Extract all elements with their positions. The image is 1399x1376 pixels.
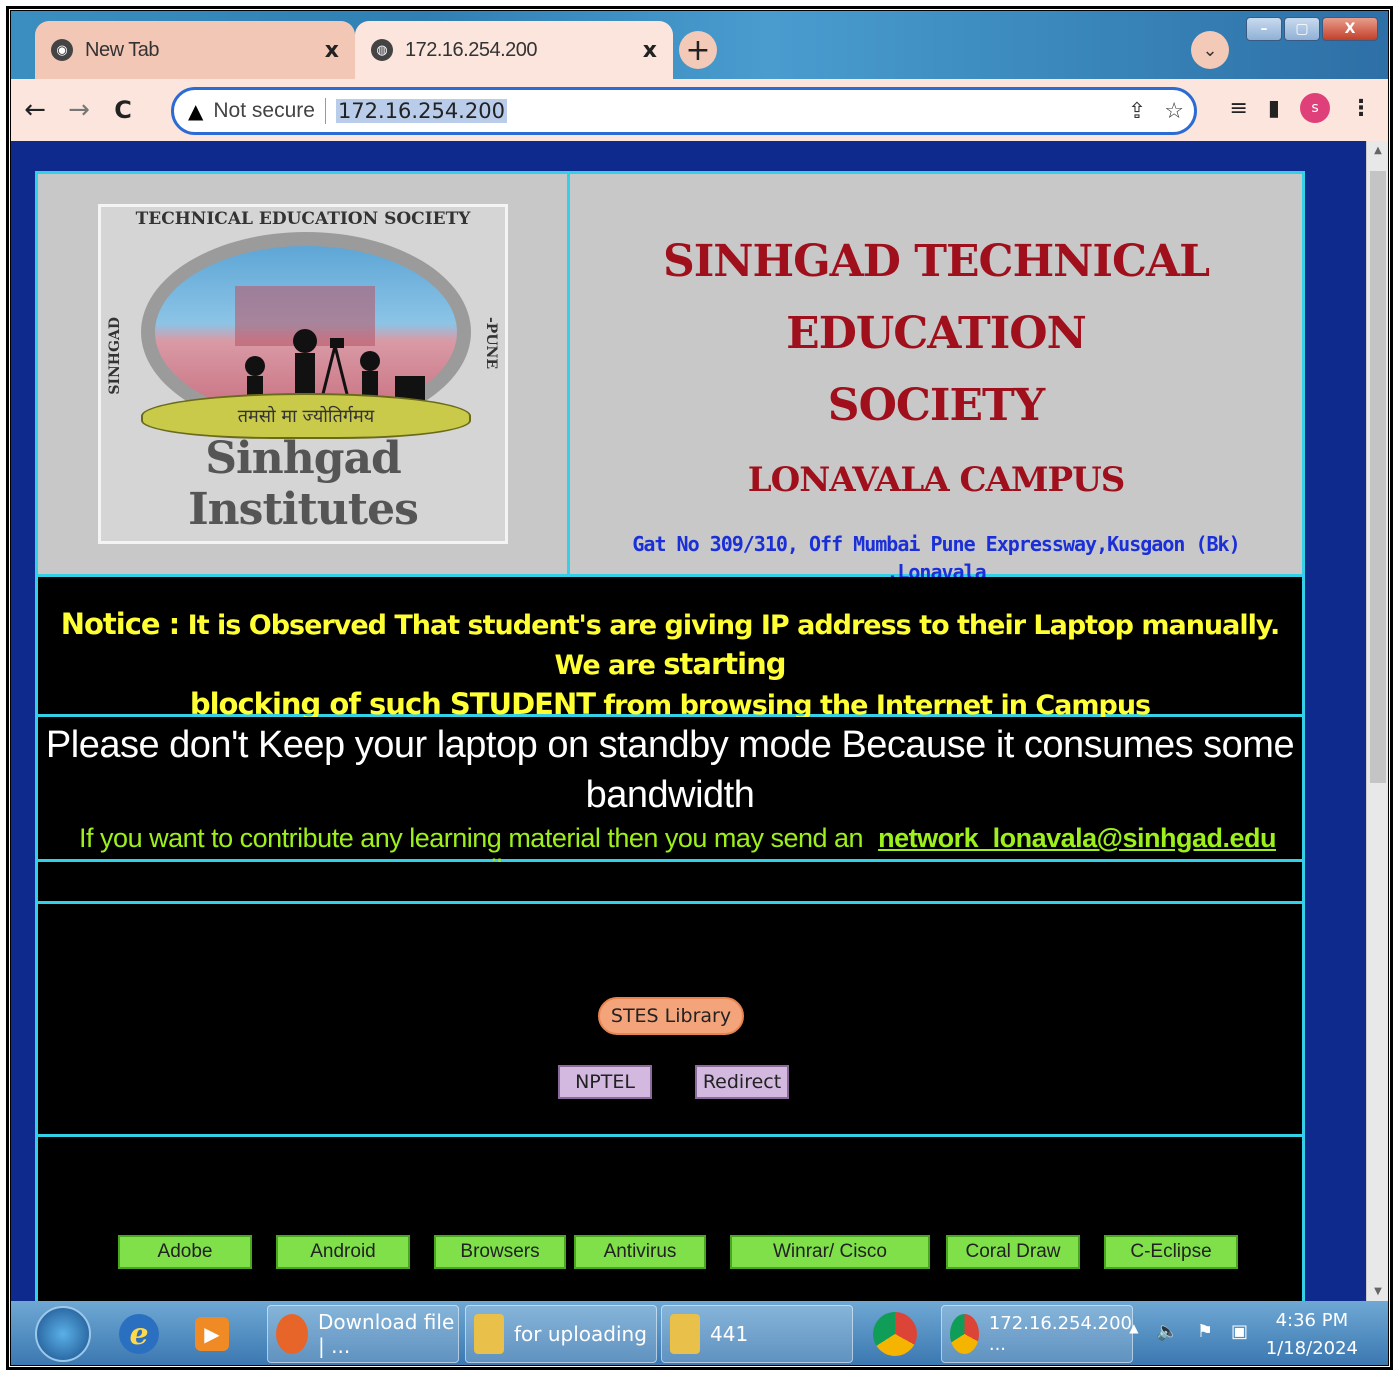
scroll-up-icon[interactable]: ▲: [1367, 145, 1388, 156]
nptel-button[interactable]: NPTEL: [558, 1065, 652, 1099]
chrome-pinned-button[interactable]: [873, 1305, 927, 1363]
url-text[interactable]: 172.16.254.200: [335, 99, 507, 123]
society-title-line2: SOCIETY: [827, 380, 1045, 431]
maximize-button[interactable]: ▢: [1284, 17, 1320, 41]
software-button-android[interactable]: Android: [276, 1235, 410, 1269]
tab-search-button[interactable]: ⌄: [1191, 31, 1229, 69]
new-tab-button[interactable]: +: [679, 31, 717, 69]
network-icon[interactable]: ▣: [1231, 1321, 1248, 1342]
start-button[interactable]: [35, 1306, 91, 1362]
task-label: 172.16.254.200 ...: [988, 1313, 1132, 1355]
logo-motto: तमसो मा ज्योतिर्गमय: [237, 406, 375, 427]
tab-active-page[interactable]: ◍ 172.16.254.200 x: [355, 21, 673, 79]
side-panel-icon[interactable]: ▮: [1268, 96, 1280, 121]
divider: [324, 98, 326, 124]
notice-label: Notice :: [60, 607, 181, 641]
minimize-button[interactable]: –: [1246, 17, 1282, 41]
tray-expand-icon[interactable]: ▲: [1129, 1321, 1138, 1342]
software-bar: Adobe Android Browsers Antivirus Winrar/…: [118, 1235, 1238, 1269]
folder-icon: [670, 1314, 700, 1354]
window-controls: – ▢ X: [1244, 17, 1378, 41]
society-title-line1: SINHGAD TECHNICAL EDUCATION: [662, 236, 1210, 359]
firefox-icon: [276, 1314, 309, 1354]
reload-button[interactable]: C: [103, 90, 143, 130]
back-button[interactable]: ←: [15, 90, 55, 130]
taskbar-task-folder-441[interactable]: 441: [661, 1305, 853, 1363]
notice-bold-1: starting: [663, 647, 786, 681]
page-header: TECHNICAL EDUCATION SOCIETY SINHGAD -PUN…: [35, 171, 1305, 612]
society-info: SINHGAD TECHNICAL EDUCATION SOCIETY LONA…: [570, 174, 1302, 612]
logo-cell: TECHNICAL EDUCATION SOCIETY SINHGAD -PUN…: [38, 174, 570, 574]
tab-close-icon[interactable]: x: [643, 38, 657, 63]
software-button-coral-draw[interactable]: Coral Draw: [946, 1235, 1080, 1269]
resource-links: STES Library NPTEL Redirect: [35, 904, 1305, 1137]
taskbar-task-firefox[interactable]: Download file | ...: [267, 1305, 459, 1363]
task-label: for uploading: [514, 1322, 647, 1346]
standby-notice: Please don't Keep your laptop on standby…: [35, 717, 1305, 884]
notice-bold-2: blocking of such STUDENT: [189, 687, 596, 721]
logo-brand-text: Sinhgad Institutes: [188, 433, 419, 535]
standby-line1: Please don't Keep your laptop on standby…: [45, 724, 1295, 766]
software-button-browsers[interactable]: Browsers: [434, 1235, 566, 1269]
volume-icon[interactable]: 🔈: [1156, 1321, 1178, 1342]
media-player-button[interactable]: ▶: [195, 1305, 239, 1363]
windows-taskbar: e ▶ Download file | ... for uploading 44…: [11, 1301, 1388, 1365]
media-player-icon: ▶: [195, 1317, 229, 1351]
omnibox-actions: ⇪ ☆: [1128, 99, 1184, 124]
notice-banner: Notice : It is Observed That student's a…: [35, 577, 1305, 721]
software-button-antivirus[interactable]: Antivirus: [574, 1235, 706, 1269]
profile-avatar[interactable]: s: [1300, 93, 1330, 123]
bookmark-star-icon[interactable]: ☆: [1164, 99, 1184, 124]
tab-label: 172.16.254.200: [405, 38, 538, 61]
taskbar-clock[interactable]: 4:36 PM 1/18/2024: [1266, 1307, 1358, 1363]
action-center-flag-icon[interactable]: ⚑: [1197, 1321, 1213, 1342]
share-icon[interactable]: ⇪: [1128, 99, 1146, 124]
toolbar-actions: ≡ ▮ s ⋮: [1229, 93, 1372, 123]
clock-date: 1/18/2024: [1265, 1338, 1358, 1359]
close-window-button[interactable]: X: [1322, 17, 1378, 41]
internet-explorer-icon: e: [119, 1314, 159, 1354]
title-bar: ◉ New Tab x ◍ 172.16.254.200 x + ⌄ – ▢ X: [11, 11, 1388, 79]
tab-label: New Tab: [85, 38, 159, 61]
scroll-down-icon[interactable]: ▼: [1367, 1286, 1388, 1297]
tab-close-icon[interactable]: x: [325, 38, 339, 63]
folder-icon: [474, 1314, 504, 1354]
logo-side-right: -PUNE: [483, 317, 499, 370]
page-viewport: TECHNICAL EDUCATION SOCIETY SINHGAD -PUN…: [11, 141, 1388, 1337]
reading-list-icon[interactable]: ≡: [1229, 96, 1247, 121]
portal-page: TECHNICAL EDUCATION SOCIETY SINHGAD -PUN…: [35, 171, 1305, 1337]
software-button-winrar-cisco[interactable]: Winrar/ Cisco: [730, 1235, 930, 1269]
menu-icon[interactable]: ⋮: [1350, 96, 1372, 121]
software-button-adobe[interactable]: Adobe: [118, 1235, 252, 1269]
taskbar-task-folder-uploading[interactable]: for uploading: [465, 1305, 657, 1363]
browser-window: ◉ New Tab x ◍ 172.16.254.200 x + ⌄ – ▢ X…: [10, 10, 1389, 1366]
campus-title: LONAVALA CAMPUS: [747, 460, 1126, 500]
globe-icon: ◍: [371, 39, 393, 61]
chrome-tab-icon: ◉: [51, 39, 73, 61]
chrome-icon: [950, 1314, 979, 1354]
tab-new-tab[interactable]: ◉ New Tab x: [35, 21, 355, 79]
security-label[interactable]: Not secure: [213, 99, 315, 123]
browser-toolbar: ← → C ▲ Not secure 172.16.254.200 ⇪ ☆ ≡ …: [11, 79, 1388, 141]
warning-icon[interactable]: ▲: [188, 99, 203, 123]
system-tray: ▲ 🔈 ⚑ ▣: [1129, 1321, 1248, 1342]
vertical-scrollbar[interactable]: ▲ ▼: [1366, 141, 1388, 1301]
standby-line2: bandwidth: [585, 774, 755, 816]
forward-button[interactable]: →: [59, 90, 99, 130]
taskbar-task-chrome[interactable]: 172.16.254.200 ...: [941, 1305, 1133, 1363]
task-label: 441: [710, 1322, 749, 1346]
chrome-icon: [873, 1312, 917, 1356]
sinhgad-logo: TECHNICAL EDUCATION SOCIETY SINHGAD -PUN…: [98, 204, 508, 544]
clock-time: 4:36 PM: [1275, 1310, 1349, 1331]
address-bar[interactable]: ▲ Not secure 172.16.254.200 ⇪ ☆: [171, 87, 1197, 135]
scrollbar-thumb[interactable]: [1370, 171, 1386, 783]
task-label: Download file | ...: [318, 1310, 455, 1358]
internet-explorer-button[interactable]: e: [119, 1305, 169, 1363]
software-button-c-eclipse[interactable]: C-Eclipse: [1104, 1235, 1238, 1269]
logo-side-left: SINHGAD: [107, 317, 123, 395]
redirect-button[interactable]: Redirect: [695, 1065, 789, 1099]
stes-library-button[interactable]: STES Library: [598, 997, 744, 1035]
logo-arc-text: TECHNICAL EDUCATION SOCIETY: [135, 209, 471, 229]
spacer-row: [35, 862, 1305, 904]
